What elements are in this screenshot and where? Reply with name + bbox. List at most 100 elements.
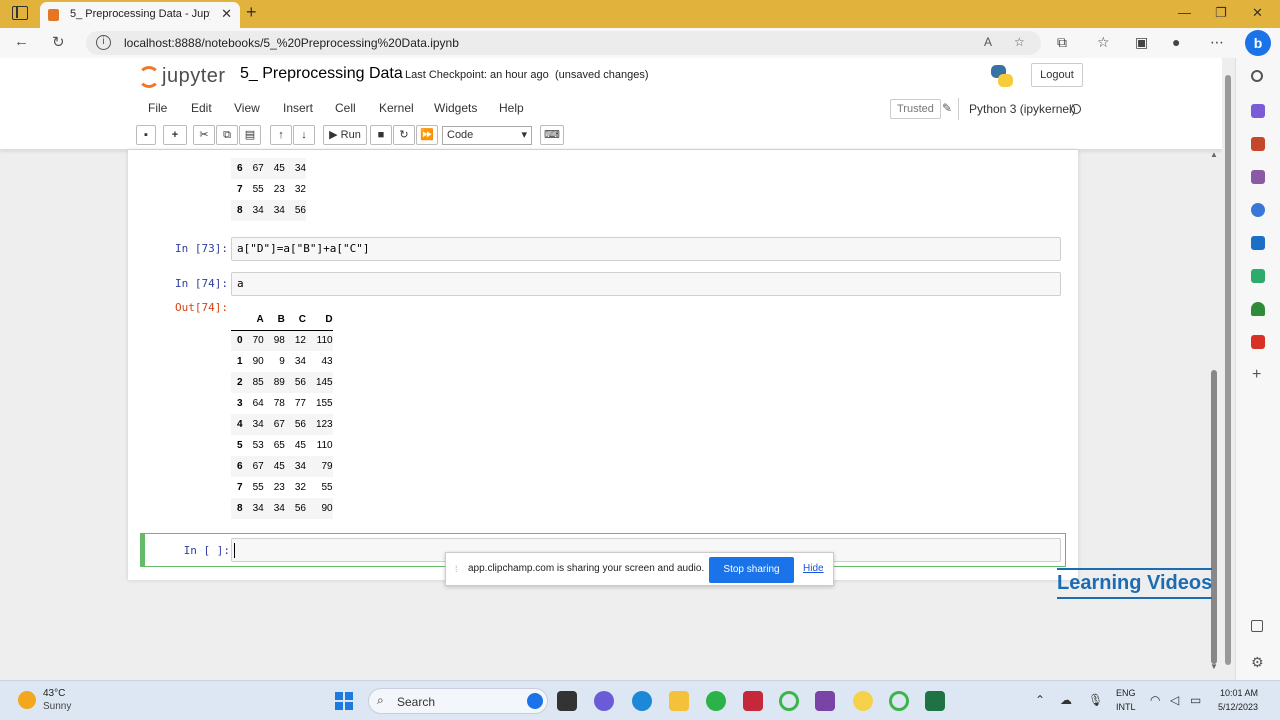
menu-widgets[interactable]: Widgets xyxy=(434,101,477,115)
scroll-up-icon[interactable]: ▲ xyxy=(1210,150,1218,159)
app-ring-2-icon[interactable] xyxy=(889,691,909,711)
close-window-icon[interactable]: ✕ xyxy=(1252,5,1263,21)
scroll-thumb[interactable] xyxy=(1211,370,1217,664)
tools-icon[interactable] xyxy=(1251,137,1265,151)
copy-button[interactable]: ⧉ xyxy=(216,125,238,145)
cell-type-select[interactable]: Code xyxy=(442,126,532,145)
cell-73-code[interactable]: a["D"]=a["B"]+a["C"] xyxy=(231,237,1061,261)
excel-icon[interactable] xyxy=(925,691,945,711)
outlook-icon[interactable] xyxy=(1251,236,1265,250)
weather-temperature[interactable]: 43°C xyxy=(43,688,65,699)
table-row: 5 53 65 45 110 xyxy=(231,435,333,456)
stop-sharing-button[interactable]: Stop sharing xyxy=(709,557,794,583)
gmail-icon[interactable] xyxy=(1251,335,1265,349)
app-ring-icon[interactable] xyxy=(779,691,799,711)
shopping-icon[interactable] xyxy=(1251,104,1265,118)
weather-sun-icon[interactable] xyxy=(18,691,36,709)
page-scrollbar[interactable] xyxy=(1225,75,1231,665)
sidebar-toggle-icon[interactable] xyxy=(1251,620,1263,632)
favorite-add-icon[interactable]: ☆ xyxy=(1014,35,1025,49)
start-windows-icon[interactable] xyxy=(335,692,353,710)
edit-pencil-icon[interactable]: ✎ xyxy=(942,101,952,115)
move-down-button[interactable]: ↓ xyxy=(293,125,315,145)
insert-cell-button[interactable]: + xyxy=(163,125,187,145)
minimize-icon[interactable]: — xyxy=(1178,5,1191,20)
bing-copilot-icon[interactable]: b xyxy=(1245,30,1271,56)
drag-handle-icon[interactable]: ⁞ xyxy=(455,564,458,574)
clock-date[interactable]: 5/12/2023 xyxy=(1218,702,1258,712)
move-up-button[interactable]: ↑ xyxy=(270,125,292,145)
whatsapp-icon[interactable] xyxy=(706,691,726,711)
menu-insert[interactable]: Insert xyxy=(283,101,313,115)
collections-icon[interactable]: ▣ xyxy=(1135,34,1148,51)
menu-file[interactable]: File xyxy=(148,101,167,115)
weather-condition[interactable]: Sunny xyxy=(43,701,71,712)
back-icon[interactable]: ← xyxy=(14,33,29,50)
microsoft365-icon[interactable] xyxy=(1251,203,1265,217)
language-line1[interactable]: ENG xyxy=(1116,688,1136,698)
access-icon[interactable] xyxy=(743,691,763,711)
file-explorer-icon[interactable] xyxy=(669,691,689,711)
add-sidebar-icon[interactable]: + xyxy=(1252,366,1266,383)
row-index: 7 xyxy=(237,184,243,195)
microphone-icon[interactable]: 🎙 xyxy=(1088,693,1103,707)
settings-icon[interactable]: ⚙ xyxy=(1251,654,1265,670)
table-cell: 56 xyxy=(294,377,306,388)
battery-icon[interactable]: ▭ xyxy=(1190,693,1201,707)
interrupt-button[interactable]: ■ xyxy=(370,125,392,145)
tab-close-icon[interactable]: ✕ xyxy=(221,6,232,22)
teams-chat-icon[interactable] xyxy=(594,691,614,711)
read-aloud-icon[interactable]: A xyxy=(984,35,992,49)
volume-icon[interactable]: ◁ xyxy=(1170,693,1179,707)
notebook-name[interactable]: 5_ Preprocessing Data xyxy=(240,65,403,83)
column-header: C xyxy=(284,309,306,331)
search-sidebar-icon[interactable] xyxy=(1251,70,1263,82)
menu-view[interactable]: View xyxy=(234,101,260,115)
wifi-icon[interactable]: ◠ xyxy=(1150,693,1160,707)
paste-button[interactable]: ▤ xyxy=(239,125,261,145)
url-bar[interactable]: i localhost:8888/notebooks/5_%20Preproce… xyxy=(86,31,1041,55)
tray-expand-icon[interactable]: ⌃ xyxy=(1035,693,1045,707)
logout-button[interactable]: Logout xyxy=(1031,63,1083,87)
more-menu-icon[interactable]: ⋯ xyxy=(1210,34,1224,51)
table-cell: 32 xyxy=(294,482,306,493)
onedrive-icon[interactable]: ☁ xyxy=(1060,693,1072,707)
restart-run-all-button[interactable]: ⏩ xyxy=(416,125,438,145)
clipchamp-icon[interactable] xyxy=(815,691,835,711)
menu-kernel[interactable]: Kernel xyxy=(379,101,414,115)
address-bar-row: ← ↻ i localhost:8888/notebooks/5_%20Prep… xyxy=(0,28,1280,58)
hide-link[interactable]: Hide xyxy=(803,563,824,574)
cut-button[interactable]: ✂ xyxy=(193,125,215,145)
menu-help[interactable]: Help xyxy=(499,101,524,115)
table-cell: 90 xyxy=(321,503,333,514)
menu-edit[interactable]: Edit xyxy=(191,101,212,115)
tree-icon[interactable] xyxy=(1251,302,1265,316)
maximize-icon[interactable]: ❐ xyxy=(1215,5,1227,21)
extensions-icon[interactable]: ⧉ xyxy=(1057,34,1067,51)
clock-time[interactable]: 10:01 AM xyxy=(1220,688,1258,698)
edge-browser-icon[interactable] xyxy=(632,691,652,711)
command-palette-button[interactable]: ⌨ xyxy=(540,125,564,145)
taskbar-search[interactable]: ⌕ Search xyxy=(368,688,548,714)
language-line2[interactable]: INTL xyxy=(1116,702,1136,712)
task-view-icon[interactable] xyxy=(557,691,577,711)
sticky-app-icon[interactable] xyxy=(853,691,873,711)
tab-actions-icon[interactable] xyxy=(12,6,28,20)
scroll-down-icon[interactable]: ▼ xyxy=(1210,662,1218,671)
site-info-icon[interactable]: i xyxy=(96,35,111,50)
save-button[interactable]: ▪ xyxy=(136,125,156,145)
drop-icon[interactable] xyxy=(1251,269,1265,283)
restart-button[interactable]: ↻ xyxy=(393,125,415,145)
menu-cell[interactable]: Cell xyxy=(335,101,356,115)
browser-tab[interactable]: 5_ Preprocessing Data - Jupyter N ✕ xyxy=(40,2,240,28)
table-cell: 45 xyxy=(273,461,285,472)
cell-74-code[interactable]: a xyxy=(231,272,1061,296)
share-message: app.clipchamp.com is sharing your screen… xyxy=(468,563,705,574)
run-button[interactable]: ▶ Run xyxy=(323,125,367,145)
new-tab-icon[interactable]: + xyxy=(246,2,257,23)
games-icon[interactable] xyxy=(1251,170,1265,184)
profile-icon[interactable]: ● xyxy=(1172,34,1180,50)
favorites-icon[interactable]: ☆ xyxy=(1097,34,1110,51)
refresh-icon[interactable]: ↻ xyxy=(52,33,65,51)
trusted-badge[interactable]: Trusted xyxy=(890,99,941,119)
